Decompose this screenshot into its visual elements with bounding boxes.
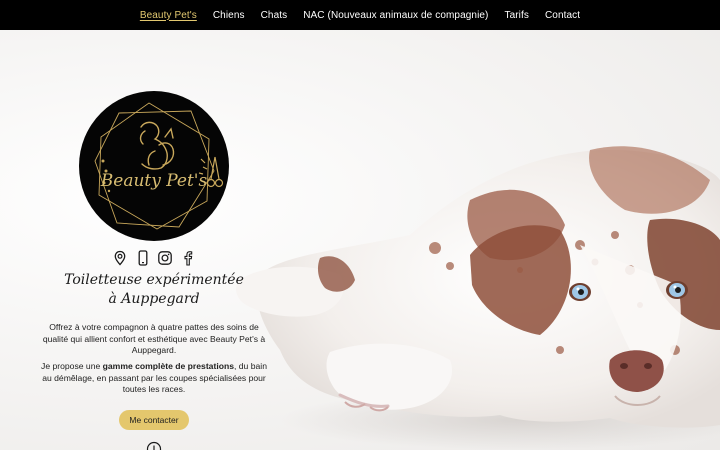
social-icons-row	[112, 248, 196, 268]
nav-link-tarifs[interactable]: Tarifs	[504, 10, 529, 21]
mouse-scroll-icon[interactable]	[146, 441, 162, 450]
phone-icon[interactable]	[135, 250, 151, 266]
contact-button[interactable]: Me contacter	[119, 410, 189, 430]
hero-dog-photo	[220, 30, 720, 450]
facebook-icon[interactable]	[180, 250, 196, 266]
main-navigation: Beauty Pet's Chiens Chats NAC (Nouveaux …	[0, 0, 720, 30]
hero-services-paragraph: Je propose une gamme complète de prestat…	[36, 361, 272, 396]
nav-link-nac[interactable]: NAC (Nouveaux animaux de compagnie)	[303, 10, 488, 21]
logo-brand-text: Beauty Pet's	[100, 171, 208, 191]
brand-logo: Beauty Pet's	[79, 91, 229, 241]
nav-link-contact[interactable]: Contact	[545, 10, 580, 21]
services-text-bold: gamme complète de prestations	[102, 361, 234, 371]
services-text-prefix: Je propose une	[41, 361, 103, 371]
nav-link-chiens[interactable]: Chiens	[213, 10, 245, 21]
hero-section: Beauty Pet's Toiletteuse expérimentée à …	[0, 30, 720, 450]
hero-intro-paragraph: Offrez à votre compagnon à quatre pattes…	[42, 322, 266, 355]
location-pin-icon[interactable]	[112, 250, 128, 266]
instagram-icon[interactable]	[157, 250, 173, 266]
nav-link-beauty-pets[interactable]: Beauty Pet's	[140, 10, 197, 21]
nav-link-chats[interactable]: Chats	[261, 10, 288, 21]
hero-tagline: Toiletteuse expérimentée à Auppegard	[64, 272, 244, 307]
